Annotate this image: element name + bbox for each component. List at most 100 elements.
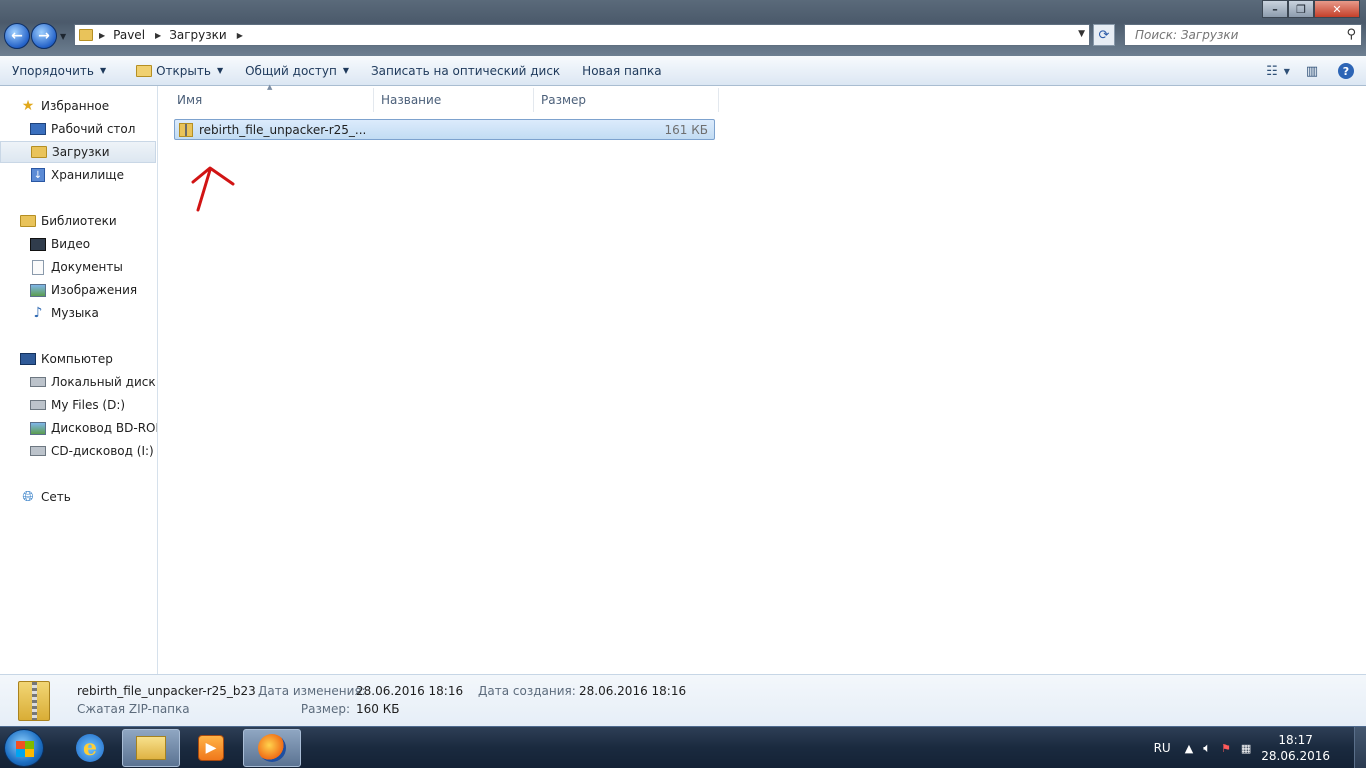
open-folder-icon — [136, 64, 153, 77]
nav-item-label: My Files (D:) — [51, 398, 126, 412]
action-center-icon[interactable]: ⚑ — [1221, 742, 1231, 755]
refresh-icon: ⟳ — [1098, 27, 1110, 43]
file-name: rebirth_file_unpacker-r25_... — [199, 122, 367, 137]
minimize-button[interactable]: – — [1262, 0, 1288, 18]
libraries-icon — [20, 213, 36, 229]
address-bar[interactable]: ▶ Pavel ▶ Загрузки ▶ ▼ — [74, 24, 1090, 46]
organize-button[interactable]: Упорядочить ▼ — [4, 59, 114, 83]
forward-button[interactable]: → — [31, 23, 57, 49]
nav-item-local-disk[interactable]: Локальный диск ( — [0, 371, 158, 393]
refresh-button[interactable]: ⟳ — [1093, 24, 1115, 46]
breadcrumb-pavel[interactable]: Pavel — [113, 28, 145, 42]
nav-item-images[interactable]: Изображения — [0, 279, 156, 301]
language-indicator[interactable]: RU — [1154, 741, 1171, 755]
taskbar-explorer-button[interactable] — [122, 729, 180, 767]
new-folder-label: Новая папка — [582, 63, 662, 78]
nav-item-label: Локальный диск ( — [51, 375, 158, 389]
search-input[interactable] — [1135, 28, 1335, 42]
nav-item-storage[interactable]: ↓ Хранилище — [0, 164, 156, 186]
nav-group-computer[interactable]: Компьютер — [0, 348, 157, 370]
documents-icon — [30, 259, 46, 275]
details-modified-label: Дата изменения: — [258, 684, 366, 698]
details-view-icon: ☷ — [1266, 63, 1278, 79]
details-size-label: Размер: — [300, 702, 350, 716]
start-button[interactable] — [4, 729, 44, 767]
internet-explorer-icon: e — [76, 734, 104, 762]
details-created-value: 28.06.2016 18:16 — [579, 684, 687, 698]
media-player-icon: ▶ — [198, 735, 224, 761]
back-button[interactable]: ← — [4, 23, 30, 49]
chevron-down-icon: ▼ — [216, 66, 224, 75]
nav-item-bd-rom[interactable]: Дисковод BD-ROM — [0, 417, 157, 439]
downloads-folder-icon — [31, 144, 47, 160]
search-icon[interactable]: ⚲ — [1346, 27, 1356, 42]
organize-label: Упорядочить — [12, 63, 94, 78]
details-file-type: Сжатая ZIP-папка — [77, 702, 190, 716]
taskbar-media-player-button[interactable]: ▶ — [182, 729, 240, 767]
preview-pane-icon: ▥ — [1305, 63, 1319, 79]
local-disk-icon — [30, 374, 46, 390]
network-status-icon[interactable]: ▦ — [1241, 742, 1251, 755]
burn-disc-button[interactable]: Записать на оптический диск — [363, 59, 568, 83]
breadcrumb-downloads[interactable]: Загрузки — [169, 28, 227, 42]
column-header-title[interactable]: Название — [374, 88, 534, 112]
taskbar-firefox-button[interactable] — [243, 729, 301, 767]
nav-item-video[interactable]: Видео — [0, 233, 156, 255]
help-button[interactable]: ? — [1332, 60, 1360, 82]
nav-group-libraries[interactable]: Библиотеки — [0, 210, 157, 232]
preview-pane-button[interactable]: ▥ — [1298, 60, 1326, 82]
file-size: 161 КБ — [664, 122, 708, 137]
details-size-value: 160 КБ — [356, 702, 400, 716]
share-button[interactable]: Общий доступ ▼ — [237, 59, 357, 83]
details-pane: rebirth_file_unpacker-r25_b23 Сжатая ZIP… — [0, 674, 1366, 726]
column-header-name[interactable]: Имя — [170, 88, 374, 112]
nav-item-label: Хранилище — [51, 168, 124, 182]
desktop-icon — [30, 121, 46, 137]
share-label: Общий доступ — [245, 63, 337, 78]
search-box[interactable]: ⚲ — [1124, 24, 1362, 46]
close-button[interactable]: ✕ — [1314, 0, 1360, 18]
video-icon — [30, 236, 46, 252]
view-controls: ☷ ▼ ▥ ? — [1264, 56, 1366, 86]
bd-rom-icon — [30, 420, 46, 436]
images-icon — [30, 282, 46, 298]
new-folder-button[interactable]: Новая папка — [574, 59, 669, 83]
nav-item-downloads[interactable]: Загрузки — [0, 141, 156, 163]
nav-item-desktop[interactable]: Рабочий стол — [0, 118, 156, 140]
clock[interactable]: 18:17 28.06.2016 — [1261, 732, 1330, 764]
nav-item-label: Видео — [51, 237, 91, 251]
nav-item-label: CD-дисковод (I:) B — [51, 444, 158, 458]
nav-item-label: Изображения — [51, 283, 138, 297]
show-desktop-button[interactable] — [1354, 727, 1366, 768]
open-button[interactable]: Открыть ▼ — [128, 59, 231, 83]
breadcrumb-separator-icon[interactable]: ▶ — [99, 31, 105, 40]
breadcrumb-separator-icon[interactable]: ▶ — [155, 31, 161, 40]
details-modified-value: 28.06.2016 18:16 — [356, 684, 464, 698]
nav-item-cd-drive[interactable]: CD-дисковод (I:) B — [0, 440, 158, 462]
window-controls: – ❐ ✕ — [1262, 0, 1360, 18]
recent-pages-dropdown[interactable]: ▼ — [60, 32, 66, 41]
title-bar: – ❐ ✕ ← → ▼ ▶ Pavel ▶ Загрузки ▶ ▼ ⟳ ⚲ — [0, 0, 1366, 56]
nav-group-label: Библиотеки — [41, 214, 117, 228]
chevron-down-icon: ▼ — [99, 66, 107, 75]
breadcrumb-separator-icon[interactable]: ▶ — [237, 31, 243, 40]
nav-item-music[interactable]: ♪ Музыка — [0, 302, 156, 324]
taskbar-ie-button[interactable]: e — [61, 729, 119, 767]
nav-item-label: Музыка — [51, 306, 99, 320]
system-tray: RU ▲ 🔈︎ ⚑ ▦ 18:17 28.06.2016 — [1154, 727, 1366, 768]
address-dropdown-icon[interactable]: ▼ — [1078, 29, 1085, 39]
computer-icon — [20, 351, 36, 367]
column-header-size[interactable]: Размер — [534, 88, 719, 112]
change-view-button[interactable]: ☷ ▼ — [1264, 60, 1292, 82]
nav-group-favorites[interactable]: ★ Избранное — [0, 95, 157, 117]
nav-item-my-files[interactable]: My Files (D:) — [0, 394, 156, 416]
nav-group-network[interactable]: 🌐︎ Сеть — [0, 486, 157, 508]
maximize-button[interactable]: ❐ — [1288, 0, 1314, 18]
nav-group-label: Избранное — [41, 99, 110, 113]
file-row[interactable]: rebirth_file_unpacker-r25_... 161 КБ — [174, 119, 715, 140]
nav-item-documents[interactable]: Документы — [0, 256, 156, 278]
command-bar: Упорядочить ▼ Открыть ▼ Общий доступ ▼ Запи… — [0, 56, 1366, 86]
taskbar: e ▶ RU ▲ 🔈︎ ⚑ ▦ 18:17 28.06.2016 — [0, 726, 1366, 768]
show-hidden-icons-icon[interactable]: ▲ — [1185, 742, 1193, 755]
volume-icon[interactable]: 🔈︎ — [1203, 741, 1211, 756]
